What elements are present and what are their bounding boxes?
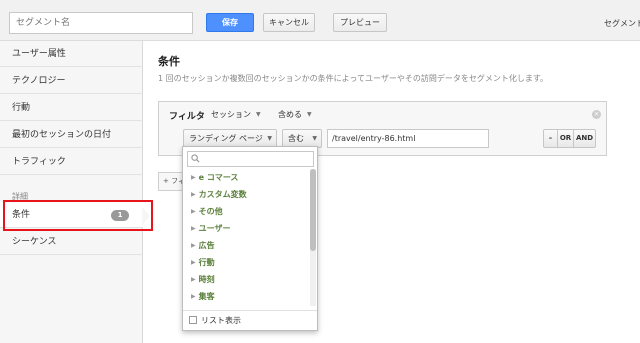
filter-label: フィルタ <box>169 112 205 122</box>
top-toolbar: 保存 キャンセル プレビュー セグメント <box>0 0 640 41</box>
category-time[interactable]: ▶ 時刻 <box>191 274 215 285</box>
sidebar-item-label: トラフィック <box>12 157 66 167</box>
category-label: 時刻 <box>198 275 215 284</box>
search-icon <box>191 154 200 163</box>
dropdown-scrollbar[interactable] <box>310 169 316 306</box>
category-ecommerce[interactable]: ▶ e コマース <box>191 172 238 183</box>
expand-triangle-icon: ▶ <box>191 276 196 283</box>
checkbox-icon[interactable] <box>189 316 197 324</box>
and-button[interactable]: AND <box>573 129 596 148</box>
cancel-button[interactable]: キャンセル <box>263 13 315 32</box>
segment-name-input[interactable] <box>9 12 193 34</box>
sidebar-item-label: テクノロジー <box>12 76 66 86</box>
page-description: 1 回のセッションか複数回のセッションかの条件によってユーザーやその訪問データを… <box>158 74 549 83</box>
preview-button[interactable]: プレビュー <box>333 13 387 32</box>
operator-label: 含む <box>288 134 304 143</box>
expand-triangle-icon: ▶ <box>191 225 196 232</box>
page-title: 条件 <box>158 55 180 68</box>
category-custom-variables[interactable]: ▶ カスタム変数 <box>191 189 247 200</box>
category-label: e コマース <box>198 173 239 182</box>
dimension-dropdown-menu: ▶ e コマース ▶ カスタム変数 ▶ その他 ▶ ユーザー ▶ 広告 ▶ 行動 ▶ 時刻 ▶… <box>182 146 318 331</box>
expand-triangle-icon: ▶ <box>191 174 196 181</box>
category-label: カスタム変数 <box>198 190 247 199</box>
remove-condition-button[interactable]: – <box>543 129 558 148</box>
list-view-toggle[interactable]: リスト表示 <box>189 315 241 326</box>
category-label: 行動 <box>198 258 215 267</box>
sidebar-item-behavior[interactable]: 行動 <box>0 95 143 121</box>
sidebar-item-label: 最初のセッションの日付 <box>12 130 112 140</box>
expand-triangle-icon: ▶ <box>191 208 196 215</box>
sidebar-item-traffic[interactable]: トラフィック <box>0 149 143 175</box>
logic-button-group: – OR AND <box>543 129 596 148</box>
sidebar-item-technology[interactable]: テクノロジー <box>0 68 143 94</box>
close-icon[interactable]: × <box>592 110 601 119</box>
category-behavior[interactable]: ▶ 行動 <box>191 257 215 268</box>
category-acquisition[interactable]: ▶ 集客 <box>191 291 215 302</box>
category-label: その他 <box>198 207 223 216</box>
category-label: 集客 <box>198 292 215 301</box>
dropdown-search-input[interactable] <box>187 151 314 167</box>
category-ads[interactable]: ▶ 広告 <box>191 240 215 251</box>
add-filter-button[interactable]: + フィルタを追加 <box>158 172 184 191</box>
expand-triangle-icon: ▶ <box>191 191 196 198</box>
list-view-label: リスト表示 <box>201 316 241 325</box>
mode-label: 含める <box>278 110 302 119</box>
expand-triangle-icon: ▶ <box>191 259 196 266</box>
caret-down-icon: ▼ <box>256 111 261 118</box>
mode-dropdown[interactable]: 含める ▼ <box>278 109 312 120</box>
save-button[interactable]: 保存 <box>206 13 254 32</box>
expand-triangle-icon: ▶ <box>191 242 196 249</box>
caret-down-icon: ▼ <box>312 135 317 142</box>
sidebar-item-first-session-date[interactable]: 最初のセッションの日付 <box>0 122 143 148</box>
scope-dropdown[interactable]: セッション ▼ <box>211 109 261 120</box>
category-other[interactable]: ▶ その他 <box>191 206 223 217</box>
or-button[interactable]: OR <box>557 129 574 148</box>
sidebar-item-label: ユーザー属性 <box>12 49 66 59</box>
category-label: 広告 <box>198 241 215 250</box>
category-users[interactable]: ▶ ユーザー <box>191 223 230 234</box>
sidebar-item-label: シーケンス <box>12 237 57 247</box>
expand-triangle-icon: ▶ <box>191 293 196 300</box>
sidebar-item-label: 行動 <box>12 103 31 113</box>
scrollbar-thumb[interactable] <box>310 169 316 251</box>
scope-label: セッション <box>211 110 251 119</box>
sidebar: ユーザー属性 テクノロジー 行動 最初のセッションの日付 トラフィック 詳細 条… <box>0 41 143 343</box>
filter-value-input[interactable]: /travel/entry-86.html <box>327 129 489 148</box>
caret-down-icon: ▼ <box>267 135 272 142</box>
sidebar-item-demographics[interactable]: ユーザー属性 <box>0 41 143 67</box>
category-label: ユーザー <box>198 224 231 233</box>
segment-label: セグメント <box>604 19 640 28</box>
divider <box>183 310 317 311</box>
caret-down-icon: ▼ <box>307 111 312 118</box>
highlight-annotation <box>3 200 153 231</box>
sidebar-item-sequences[interactable]: シーケンス <box>0 229 143 255</box>
dimension-label: ランディング ページ <box>189 134 263 143</box>
